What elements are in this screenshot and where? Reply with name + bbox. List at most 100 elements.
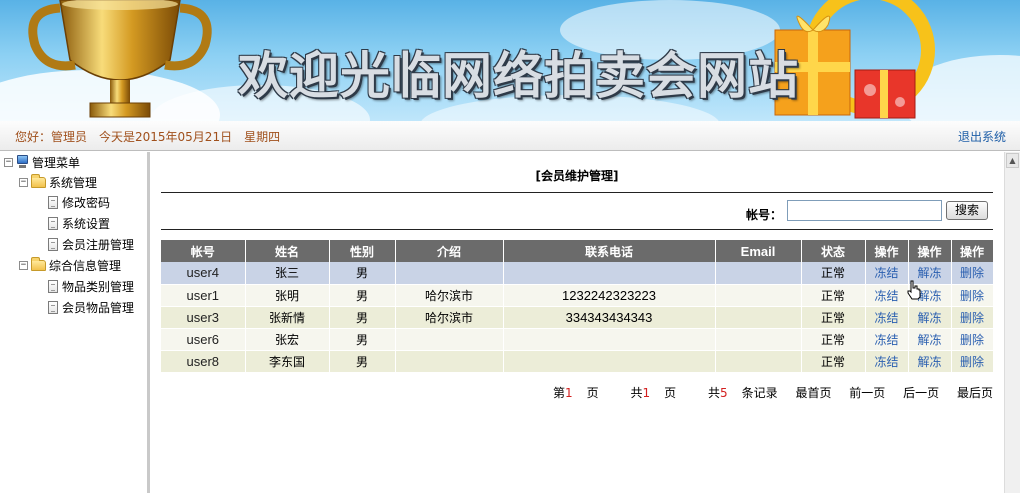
cell-phone [503,328,716,351]
folder-icon [31,173,46,188]
sidebar-item-label: 会员物品管理 [62,300,135,315]
column-header-action: 操作 [865,240,909,262]
table-row[interactable]: user3 张新情 男 哈尔滨市 334343434343 正常 冻结 解冻 删… [161,306,994,329]
page-title: [会员维护管理] [535,169,619,183]
cell-intro: 哈尔滨市 [395,284,504,307]
total-records: 共5 条记录 [707,386,778,400]
cell-name: 张三 [245,262,330,285]
collapse-icon[interactable]: − [19,177,28,187]
cell-phone: 334343434343 [503,306,716,329]
cell-email [715,284,802,307]
freeze-link[interactable]: 冻结 [865,306,909,329]
column-header-account: 帐号 [161,240,246,262]
cell-name: 张宏 [245,328,330,351]
cell-intro [395,262,504,285]
cell-email [715,328,802,351]
cell-email [715,350,802,373]
delete-link[interactable]: 删除 [951,284,994,307]
search-label: 帐号： [746,208,783,222]
cell-intro [395,328,504,351]
site-banner: 欢迎光临网络拍卖会网站 [0,0,1020,121]
table-header-row: 帐号 姓名 性别 介绍 联系电话 Email 状态 操作 操作 操作 [161,240,994,262]
table-row[interactable]: user6 张宏 男 正常 冻结 解冻 删除 [161,328,994,351]
sidebar-item-label: 修改密码 [62,195,111,210]
column-header-status: 状态 [801,240,866,262]
sidebar-item-item-categories[interactable]: 物品类别管理 [48,277,134,295]
freeze-link[interactable]: 冻结 [865,350,909,373]
freeze-link[interactable]: 冻结 [865,328,909,351]
sidebar-item-member-registration[interactable]: 会员注册管理 [48,235,134,253]
tree-group-label: 综合信息管理 [49,258,122,273]
tree-root-label: 管理菜单 [32,155,81,170]
account-search-input[interactable] [787,200,942,221]
pagination: 第1 页 共1 页 共5 条记录 最首页 前一页 后一页 最后页 [525,384,993,401]
sidebar-item-label: 系统设置 [62,216,111,231]
column-header-intro: 介绍 [395,240,504,262]
delete-link[interactable]: 删除 [951,328,994,351]
cell-name: 张明 [245,284,330,307]
unfreeze-link[interactable]: 解冻 [908,328,952,351]
table-row[interactable]: user1 张明 男 哈尔滨市 1232242323223 正常 冻结 解冻 删… [161,284,994,307]
tree-group-label: 系统管理 [49,175,98,190]
sidebar-item-change-password[interactable]: 修改密码 [48,193,110,211]
trophy-icon [28,0,212,118]
cell-account: user4 [161,262,246,285]
scroll-up-icon[interactable]: ▲ [1006,153,1019,168]
delete-link[interactable]: 删除 [951,350,994,373]
total-pages: 共1 页 [630,386,677,400]
computer-icon [16,155,29,169]
cell-status: 正常 [801,284,866,307]
unfreeze-link[interactable]: 解冻 [908,306,952,329]
page-icon [48,216,58,230]
cell-email [715,262,802,285]
logout-link[interactable]: 退出系统 [958,128,1006,145]
unfreeze-link[interactable]: 解冻 [908,350,952,373]
sidebar-item-label: 会员注册管理 [62,237,135,252]
column-header-action: 操作 [908,240,952,262]
cell-name: 李东国 [245,350,330,373]
last-page-link[interactable]: 最后页 [957,386,993,400]
collapse-icon[interactable]: − [4,157,13,167]
cell-email [715,306,802,329]
divider [161,192,993,193]
sidebar-menu: − 管理菜单 − 系统管理 修改密码 系统设置 会员注册管理 − 综合信息管理 … [0,152,150,493]
cell-account: user8 [161,350,246,373]
first-page-link[interactable]: 最首页 [795,386,831,400]
cell-gender: 男 [329,306,396,329]
next-page-link[interactable]: 后一页 [903,386,939,400]
cell-account: user1 [161,284,246,307]
tree-group-info[interactable]: − 综合信息管理 [19,256,121,274]
vertical-scrollbar[interactable]: ▲ [1004,152,1020,493]
cell-account: user6 [161,328,246,351]
search-button[interactable]: 搜索 [946,201,988,220]
column-header-name: 姓名 [245,240,330,262]
banner-title: 欢迎光临网络拍卖会网站 [238,47,799,105]
cell-status: 正常 [801,328,866,351]
cell-gender: 男 [329,262,396,285]
tree-group-system[interactable]: − 系统管理 [19,173,97,191]
current-page: 第1 页 [552,386,599,400]
cell-gender: 男 [329,284,396,307]
freeze-link[interactable]: 冻结 [865,284,909,307]
table-row[interactable]: user8 李东国 男 正常 冻结 解冻 删除 [161,350,994,373]
freeze-link[interactable]: 冻结 [865,262,909,285]
cell-account: user3 [161,306,246,329]
delete-link[interactable]: 删除 [951,306,994,329]
divider [161,229,993,230]
sidebar-item-system-settings[interactable]: 系统设置 [48,214,110,232]
sidebar-item-member-items[interactable]: 会员物品管理 [48,298,134,316]
table-row[interactable]: user4 张三 男 正常 冻结 解冻 删除 [161,262,994,285]
prev-page-link[interactable]: 前一页 [849,386,885,400]
page-icon [48,237,58,251]
delete-link[interactable]: 删除 [951,262,994,285]
page-icon [48,195,58,209]
cell-status: 正常 [801,306,866,329]
column-header-action: 操作 [951,240,994,262]
tree-root[interactable]: − 管理菜单 [4,153,80,171]
column-header-gender: 性别 [329,240,396,262]
greeting-text: 您好：管理员 今天是2015年05月21日 星期四 [15,130,281,144]
top-bar: 您好：管理员 今天是2015年05月21日 星期四 退出系统 [0,121,1020,151]
collapse-icon[interactable]: − [19,260,28,270]
page-icon [48,279,58,293]
folder-icon [31,256,46,271]
